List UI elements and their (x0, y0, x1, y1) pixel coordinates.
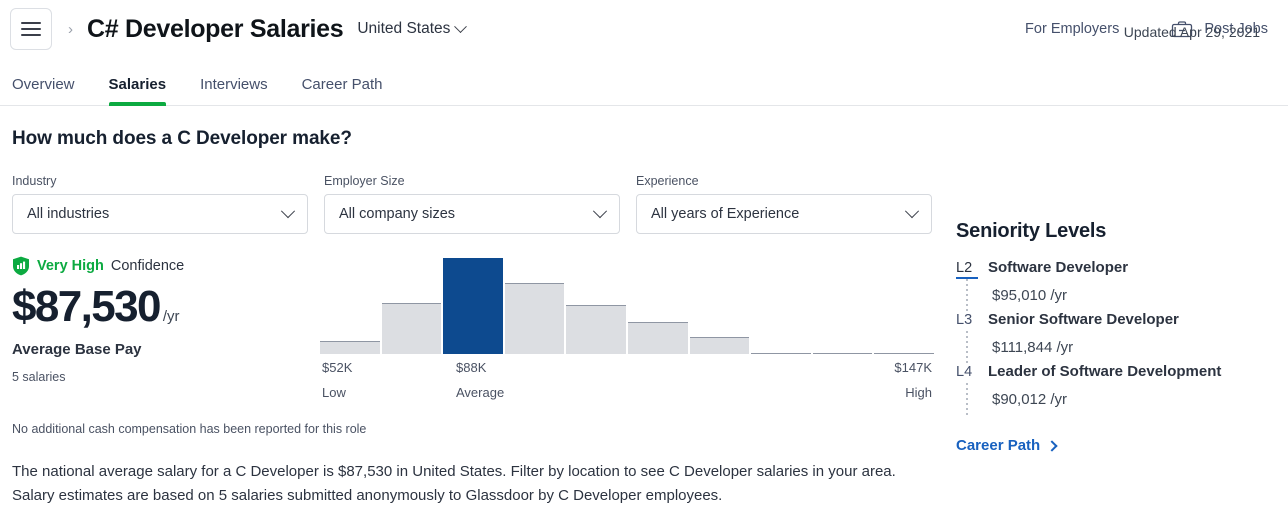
salary-description: The national average salary for a C Deve… (12, 460, 922, 509)
chevron-down-icon (905, 204, 919, 218)
seniority-level-l3[interactable]: L3 Senior Software Developer (956, 311, 1268, 331)
low-value: $52K (322, 360, 352, 375)
level-name: Senior Software Developer (988, 311, 1179, 328)
level-code: L4 (956, 364, 978, 383)
page-content: How much does a C Developer make? Indust… (0, 106, 1288, 509)
average-salary-value: $87,530/yr (12, 285, 318, 330)
location-label: United States (357, 20, 450, 38)
chevron-right-icon (1047, 440, 1058, 451)
chart-bar[interactable] (690, 337, 750, 354)
seniority-levels-list: L2 Software Developer $95,010 /yr L3 Sen… (956, 259, 1268, 415)
axis-tick-high: $147K High (894, 360, 932, 400)
breadcrumb-chevron-icon: › (68, 22, 73, 37)
high-caption: High (894, 385, 932, 400)
list-item[interactable]: L3 Senior Software Developer $111,844 /y… (956, 311, 1268, 363)
section-tabs: Overview Salaries Interviews Career Path (0, 58, 1288, 106)
salary-distribution-chart: $52K Low $88K Average $147K High (320, 256, 934, 406)
filter-experience-label: Experience (636, 174, 932, 188)
chevron-down-icon (593, 204, 607, 218)
average-caption: Average (456, 385, 504, 400)
filter-industry-label: Industry (12, 174, 308, 188)
axis-tick-average: $88K Average (456, 360, 504, 400)
seniority-pay-l3: $111,844 /yr (956, 331, 1268, 363)
seniority-level-l4[interactable]: L4 Leader of Software Development (956, 363, 1268, 383)
salary-number: $87,530 (12, 282, 160, 331)
chart-axis-labels: $52K Low $88K Average $147K High (320, 360, 934, 406)
chart-bars (320, 256, 934, 354)
confidence-level: Very High (37, 258, 104, 274)
level-pay: $95,010 /yr (988, 287, 1067, 304)
pay-summary-area: Very High Confidence $87,530/yr Average … (12, 256, 936, 406)
seniority-sidebar: Seniority Levels L2 Software Developer $… (948, 106, 1288, 509)
high-value: $147K (894, 360, 932, 375)
chevron-down-icon (455, 20, 468, 33)
filter-industry: Industry All industries (12, 174, 308, 234)
list-item[interactable]: L4 Leader of Software Development $90,01… (956, 363, 1268, 415)
average-base-pay-label: Average Base Pay (12, 341, 318, 358)
level-pay: $90,012 /yr (988, 391, 1067, 408)
no-cash-compensation-note: No additional cash compensation has been… (12, 422, 936, 436)
shield-bar-chart-icon (12, 256, 30, 276)
chevron-down-icon (281, 204, 295, 218)
list-item[interactable]: L2 Software Developer $95,010 /yr (956, 259, 1268, 311)
hamburger-menu-icon[interactable] (10, 8, 52, 50)
seniority-pay-l2: $95,010 /yr (956, 279, 1268, 311)
updated-date: Updated Apr 29, 2021 (1124, 24, 1260, 40)
dotted-connector-icon (956, 383, 978, 415)
salary-count: 5 salaries (12, 370, 318, 384)
filter-employer-size-label: Employer Size (324, 174, 620, 188)
employer-size-select-value: All company sizes (339, 206, 455, 222)
salary-page: › C# Developer Salaries United States Fo… (0, 0, 1288, 526)
axis-tick-low: $52K Low (322, 360, 352, 400)
tab-career-path[interactable]: Career Path (302, 76, 383, 105)
experience-select-value: All years of Experience (651, 206, 799, 222)
career-path-label: Career Path (956, 437, 1040, 454)
dotted-connector-icon (956, 279, 978, 311)
salary-period: /yr (163, 308, 180, 325)
career-path-link[interactable]: Career Path (956, 437, 1056, 454)
for-employers-link[interactable]: For Employers (1025, 21, 1119, 37)
experience-select[interactable]: All years of Experience (636, 194, 932, 234)
filter-employer-size: Employer Size All company sizes (324, 174, 620, 234)
industry-select[interactable]: All industries (12, 194, 308, 234)
industry-select-value: All industries (27, 206, 109, 222)
level-code: L3 (956, 312, 978, 331)
seniority-level-l2[interactable]: L2 Software Developer (956, 259, 1268, 279)
average-value: $88K (456, 360, 504, 375)
location-select[interactable]: United States (357, 20, 465, 38)
chart-bar[interactable] (628, 322, 688, 354)
level-code: L2 (956, 260, 978, 279)
for-employers-label: For Employers (1025, 21, 1119, 37)
seniority-levels-title: Seniority Levels (956, 220, 1268, 243)
seniority-pay-l4: $90,012 /yr (956, 383, 1268, 415)
employer-size-select[interactable]: All company sizes (324, 194, 620, 234)
chart-bar[interactable] (813, 353, 873, 355)
level-pay: $111,844 /yr (988, 339, 1073, 356)
filter-bar: Industry All industries Employer Size Al… (12, 174, 936, 234)
chart-bar[interactable] (874, 353, 934, 355)
filter-experience: Experience All years of Experience (636, 174, 932, 234)
chart-bar[interactable] (382, 303, 442, 354)
chart-bar[interactable] (320, 341, 380, 354)
chart-bar[interactable] (566, 305, 626, 354)
confidence-label: Confidence (111, 258, 184, 274)
chart-bar[interactable] (505, 283, 565, 354)
low-caption: Low (322, 385, 352, 400)
tab-overview[interactable]: Overview (12, 76, 75, 105)
pay-summary: Very High Confidence $87,530/yr Average … (12, 256, 318, 406)
salary-main-column: How much does a C Developer make? Indust… (0, 106, 948, 509)
page-title: C# Developer Salaries (87, 15, 343, 44)
level-name: Leader of Software Development (988, 363, 1221, 380)
tab-interviews[interactable]: Interviews (200, 76, 268, 105)
level-name: Software Developer (988, 259, 1128, 276)
salary-question-heading: How much does a C Developer make? (12, 128, 936, 150)
chart-bar[interactable] (443, 258, 503, 354)
tab-salaries[interactable]: Salaries (109, 76, 167, 105)
chart-bar[interactable] (751, 353, 811, 355)
confidence-badge: Very High Confidence (12, 256, 318, 276)
site-header: › C# Developer Salaries United States Fo… (0, 0, 1288, 58)
dotted-connector-icon (956, 331, 978, 363)
